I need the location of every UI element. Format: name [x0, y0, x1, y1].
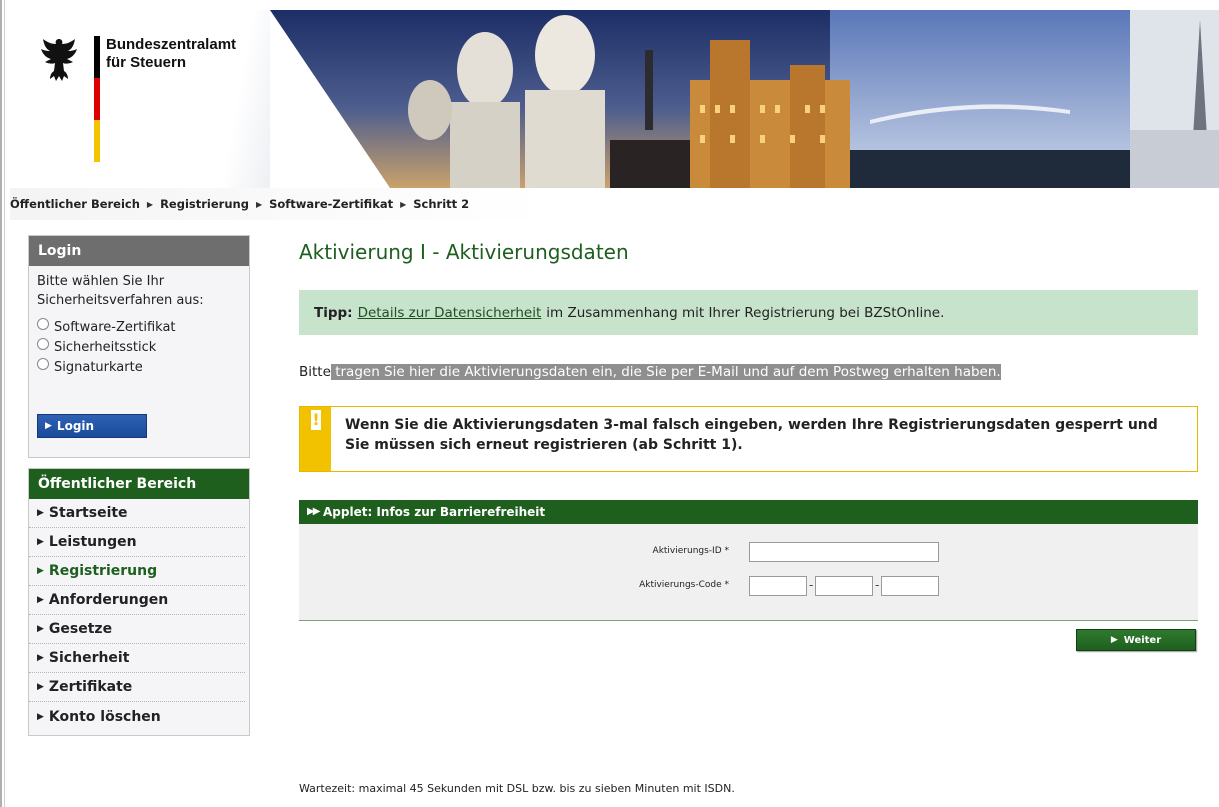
nav-item-label: Leistungen — [48, 534, 137, 550]
nav-item-label: Konto löschen — [48, 708, 161, 725]
radio-label: Signaturkarte — [54, 359, 143, 375]
window-border — [0, 0, 2, 807]
next-button-label: Weiter — [1123, 634, 1162, 646]
arrow-right-icon: ▶ — [37, 624, 44, 634]
tip-label: Tipp: — [314, 304, 353, 321]
breadcrumb-item-public[interactable]: Öffentlicher Bereich — [10, 197, 140, 211]
public-area-nav: Öffentlicher Bereich ▶ Startseite ▶ Leistu… — [28, 468, 250, 736]
nav-item-sicherheit[interactable]: ▶ Sicherheit — [29, 644, 245, 673]
nav-item-anforderungen[interactable]: ▶ Anforderungen — [29, 586, 245, 615]
activation-id-input[interactable] — [749, 542, 939, 562]
nav-item-label: Startseite — [48, 505, 128, 521]
header-banner-image — [270, 10, 1219, 188]
nav-item-label: Gesetze — [48, 621, 113, 637]
nav-item-gesetze[interactable]: ▶ Gesetze — [29, 615, 245, 644]
login-button[interactable]: ▶ Login — [37, 414, 147, 438]
radio-button-icon[interactable] — [37, 318, 49, 330]
login-panel: Login Bitte wählen Sie Ihr Sicherheitsve… — [28, 235, 250, 458]
applet-accessibility-link[interactable]: ▶▶ Applet: Infos zur Barrierefreiheit — [299, 500, 1198, 524]
nav-item-label: Registrierung — [48, 563, 158, 579]
breadcrumb-item-software-cert[interactable]: Software-Zertifikat — [269, 197, 393, 211]
activation-id-label: Aktivierungs-ID * — [652, 546, 729, 556]
window-border-inner — [4, 0, 5, 807]
org-name-line1: Bundeszentralamt — [106, 36, 237, 53]
code-separator: - — [809, 578, 814, 592]
site-header: Bundeszentralamt für Steuern — [10, 10, 1219, 188]
nav-item-label: Sicherheit — [48, 650, 130, 666]
breadcrumb-separator-icon: ▶ — [146, 199, 154, 209]
warning-text: Wenn Sie die Aktivierungsdaten 3-mal fal… — [345, 417, 1158, 453]
login-panel-title: Login — [29, 236, 249, 266]
instruction-plain: Bitte — [299, 364, 331, 380]
logo-area: Bundeszentralamt für Steuern — [10, 10, 290, 188]
tip-box: Tipp: Details zur Datensicherheit im Zus… — [299, 290, 1198, 335]
radio-label: Sicherheitsstick — [54, 339, 157, 355]
instruction-text: Bitte tragen Sie hier die Aktivierungsda… — [299, 364, 1001, 380]
org-name-line2: für Steuern — [106, 54, 187, 71]
nav-item-registrierung[interactable]: ▶ Registrierung — [29, 557, 245, 586]
radio-signaturkarte[interactable]: Signaturkarte — [37, 356, 249, 378]
breadcrumb-item-registration[interactable]: Registrierung — [160, 197, 249, 211]
radio-software-zertifikat[interactable]: Software-Zertifikat — [37, 316, 249, 338]
radio-button-icon[interactable] — [37, 338, 49, 350]
warning-box: ! Wenn Sie die Aktivierungsdaten 3-mal f… — [299, 406, 1198, 472]
login-intro-text: Bitte wählen Sie Ihr Sicherheitsverfahre… — [37, 274, 204, 308]
arrow-right-icon: ▶ — [37, 566, 44, 576]
arrow-right-icon: ▶ — [37, 595, 44, 605]
nav-item-zertifikate[interactable]: ▶ Zertifikate — [29, 673, 245, 702]
page-title: Aktivierung I - Aktivierungsdaten — [299, 240, 629, 264]
code-separator: - — [875, 578, 880, 592]
arrow-right-icon: ▶ — [37, 653, 44, 663]
login-button-label: Login — [56, 419, 95, 433]
tip-text: im Zusammenhang mit Ihrer Registrierung … — [546, 304, 945, 321]
activation-code-part3-input[interactable] — [881, 576, 939, 596]
play-arrow-icon: ▶ — [1110, 635, 1118, 645]
arrow-right-icon: ▶ — [37, 682, 44, 692]
breadcrumb-separator-icon: ▶ — [255, 199, 263, 209]
arrow-right-icon: ▶ — [37, 508, 44, 518]
arrow-right-icon: ▶ — [37, 711, 44, 722]
activation-code-part2-input[interactable] — [815, 576, 873, 596]
activation-code-label: Aktivierungs-Code * — [639, 580, 729, 590]
nav-item-startseite[interactable]: ▶ Startseite — [29, 499, 245, 528]
fast-forward-icon: ▶▶ — [307, 506, 320, 517]
radio-button-icon[interactable] — [37, 358, 49, 370]
nav-item-label: Zertifikate — [48, 679, 133, 695]
radio-label: Software-Zertifikat — [54, 319, 176, 335]
german-flag-bar — [94, 36, 100, 162]
data-security-link[interactable]: Details zur Datensicherheit — [358, 305, 542, 321]
instruction-selected-text: tragen Sie hier die Aktivierungsdaten ei… — [330, 364, 1001, 380]
nav-title: Öffentlicher Bereich — [29, 469, 249, 499]
federal-eagle-icon — [41, 39, 77, 81]
nav-item-label: Anforderungen — [48, 592, 169, 608]
play-arrow-icon: ▶ — [45, 421, 52, 431]
nav-item-konto-loeschen[interactable]: ▶ Konto löschen — [29, 702, 245, 731]
exclamation-icon: ! — [311, 410, 321, 430]
nav-item-leistungen[interactable]: ▶ Leistungen — [29, 528, 245, 557]
breadcrumb: Öffentlicher Bereich ▶ Registrierung ▶ S… — [10, 188, 550, 220]
arrow-right-icon: ▶ — [37, 537, 44, 547]
breadcrumb-separator-icon: ▶ — [400, 199, 407, 209]
applet-link-label: Applet: Infos zur Barrierefreiheit — [323, 505, 546, 519]
next-button[interactable]: ▶ Weiter — [1076, 629, 1196, 651]
wait-time-note: Wartezeit: maximal 45 Sekunden mit DSL b… — [299, 782, 735, 795]
breadcrumb-item-step: Schritt 2 — [413, 197, 470, 211]
activation-code-part1-input[interactable] — [749, 576, 807, 596]
radio-sicherheitsstick[interactable]: Sicherheitsstick — [37, 336, 249, 358]
org-name[interactable]: Bundeszentralamt für Steuern — [106, 36, 236, 72]
activation-form: Aktivierungs-ID * Aktivierungs-Code * - … — [299, 524, 1198, 621]
